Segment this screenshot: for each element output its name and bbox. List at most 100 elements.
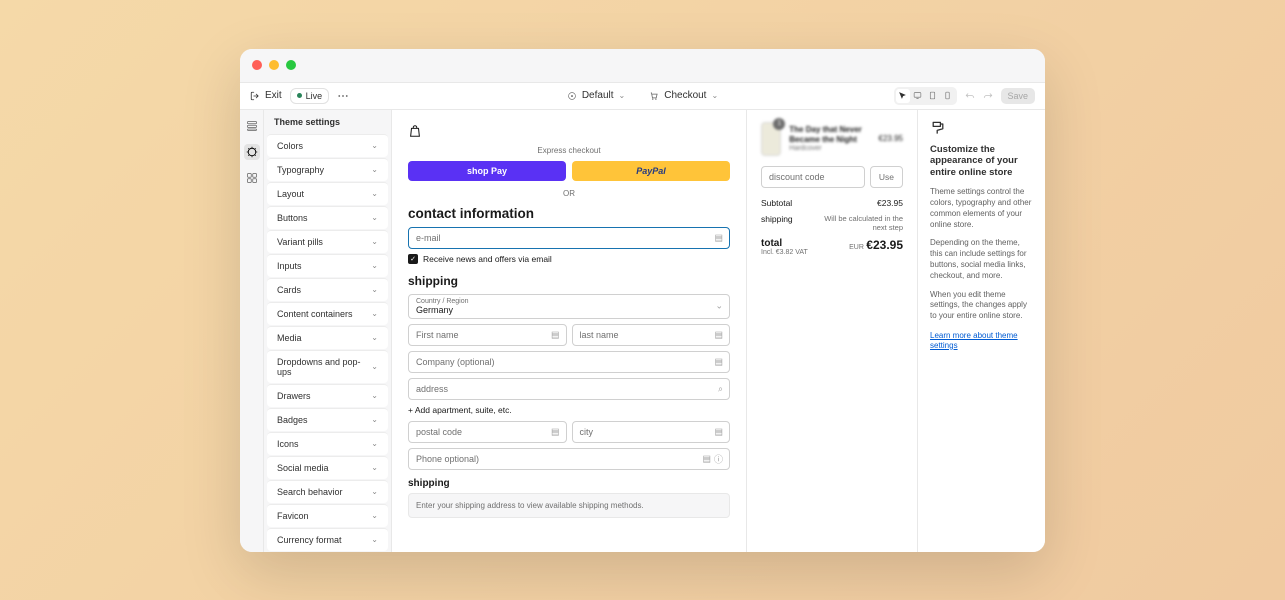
company-field[interactable]: Company (optional)▤ [408,351,730,373]
subtotal-row: Subtotal €23.95 [761,198,903,208]
chevron-down-icon: ⌄ [371,391,378,400]
autofill-icon[interactable]: ▤ [551,426,560,437]
maximize-window-icon[interactable] [286,60,296,70]
sidebar-item-content-containers[interactable]: Content containers⌄ [267,302,388,325]
viewport-tablet-icon[interactable] [926,89,940,103]
viewport-switcher [894,87,957,105]
exit-label: Exit [265,90,282,101]
autofill-icon[interactable]: ▤ [714,329,723,340]
last-name-field[interactable]: last name▤ [572,324,731,346]
chevron-down-icon: ⌄ [371,511,378,520]
discount-field[interactable]: discount code [761,166,865,188]
page-dropdown[interactable]: Checkout ⌄ [649,90,718,101]
product-title: The Day that Never Became the Night [789,125,870,144]
sidebar-item-icons[interactable]: Icons⌄ [267,432,388,455]
first-name-field[interactable]: First name▤ [408,324,567,346]
sidebar-item-drawers[interactable]: Drawers⌄ [267,384,388,407]
exit-icon [250,91,260,101]
info-icon[interactable]: ⓘ [714,452,723,465]
chevron-down-icon: ⌄ [371,309,378,318]
shipping-method-box: Enter your shipping address to view avai… [408,493,730,518]
checkout-preview: Express checkout shop Pay PayPal OR cont… [392,110,917,552]
apply-discount-button[interactable]: Use [870,166,903,188]
sidebar-item-cards[interactable]: Cards⌄ [267,278,388,301]
autofill-icon[interactable]: ▤ [702,453,711,464]
sidebar-item-layout[interactable]: Layout⌄ [267,182,388,205]
chevron-down-icon: ⌄ [711,91,718,100]
newsletter-label: Receive news and offers via email [423,254,552,264]
editor-body: Theme settings Colors⌄ Typography⌄ Layou… [240,110,1045,552]
live-pill[interactable]: Live [290,88,330,104]
template-icon [567,91,577,101]
postal-code-field[interactable]: postal code▤ [408,421,567,443]
template-dropdown[interactable]: Default ⌄ [567,90,625,101]
titlebar [240,49,1045,83]
iconbar [240,110,264,552]
paypal-button[interactable]: PayPal [572,161,730,181]
or-separator: OR [408,189,730,198]
sidebar-title: Theme settings [264,110,391,134]
undo-icon[interactable] [965,91,975,101]
autofill-icon[interactable]: ▤ [714,426,723,437]
sidebar-item-colors[interactable]: Colors⌄ [267,134,388,157]
sidebar: Theme settings Colors⌄ Typography⌄ Layou… [264,110,392,552]
shipping-method-heading: shipping [408,478,730,489]
sidebar-item-variant-pills[interactable]: Variant pills⌄ [267,230,388,253]
close-window-icon[interactable] [252,60,262,70]
address-field[interactable]: address⌕ [408,378,730,400]
sidebar-item-social-media[interactable]: Social media⌄ [267,456,388,479]
apps-tab-icon[interactable] [244,170,260,186]
chevron-down-icon: ⌄ [371,333,378,342]
product-variant: Hardcover [789,145,870,152]
contact-heading: contact information [408,206,730,221]
paint-roller-icon [930,120,1033,136]
viewport-inspect-icon[interactable] [896,89,910,103]
sidebar-item-typography[interactable]: Typography⌄ [267,158,388,181]
checkbox-checked-icon: ✓ [408,254,418,264]
newsletter-checkbox-row[interactable]: ✓ Receive news and offers via email [408,254,730,264]
sidebar-item-dropdowns[interactable]: Dropdowns and pop-ups⌄ [267,350,388,383]
checkout-main: Express checkout shop Pay PayPal OR cont… [392,110,747,552]
chevron-down-icon: ⌄ [619,91,626,100]
store-logo [408,120,730,146]
sections-tab-icon[interactable] [244,118,260,134]
chevron-down-icon: ⌄ [715,301,723,312]
phone-field[interactable]: Phone optional)ⓘ▤ [408,448,730,470]
minimize-window-icon[interactable] [269,60,279,70]
sidebar-item-favicon[interactable]: Favicon⌄ [267,504,388,527]
chevron-down-icon: ⌄ [371,165,378,174]
chevron-down-icon: ⌄ [371,535,378,544]
chevron-down-icon: ⌄ [371,487,378,496]
sidebar-item-search-behavior[interactable]: Search behavior⌄ [267,480,388,503]
sidebar-item-badges[interactable]: Badges⌄ [267,408,388,431]
autofill-icon[interactable]: ▤ [714,356,723,367]
save-button[interactable]: Save [1001,88,1036,104]
shoppay-button[interactable]: shop Pay [408,161,566,181]
panel-learn-more-link[interactable]: Learn more about theme settings [930,331,1018,350]
search-icon[interactable]: ⌕ [718,383,723,394]
sidebar-item-buttons[interactable]: Buttons⌄ [267,206,388,229]
chevron-down-icon: ⌄ [371,213,378,222]
city-field[interactable]: city▤ [572,421,731,443]
sidebar-item-currency-format[interactable]: Currency format⌄ [267,528,388,551]
exit-button[interactable]: Exit [250,90,282,101]
autofill-icon[interactable]: ▤ [551,329,560,340]
chevron-down-icon: ⌄ [371,463,378,472]
cart-icon [649,91,659,101]
theme-settings-tab-icon[interactable] [244,144,260,160]
add-apartment-link[interactable]: + Add apartment, suite, etc. [408,405,730,415]
chevron-down-icon: ⌄ [371,415,378,424]
autofill-icon[interactable]: ▤ [714,232,723,243]
more-icon[interactable] [337,90,349,102]
country-select[interactable]: Country / Region Germany ⌄ [408,294,730,319]
redo-icon[interactable] [983,91,993,101]
sidebar-item-inputs[interactable]: Inputs⌄ [267,254,388,277]
shipping-heading: shipping [408,274,730,288]
sidebar-item-media[interactable]: Media⌄ [267,326,388,349]
preview-canvas: Express checkout shop Pay PayPal OR cont… [392,110,917,552]
email-field[interactable]: e-mail ▤ [408,227,730,249]
viewport-desktop-icon[interactable] [911,89,925,103]
express-checkout-label: Express checkout [408,146,730,155]
chevron-down-icon: ⌄ [371,237,378,246]
viewport-mobile-icon[interactable] [941,89,955,103]
